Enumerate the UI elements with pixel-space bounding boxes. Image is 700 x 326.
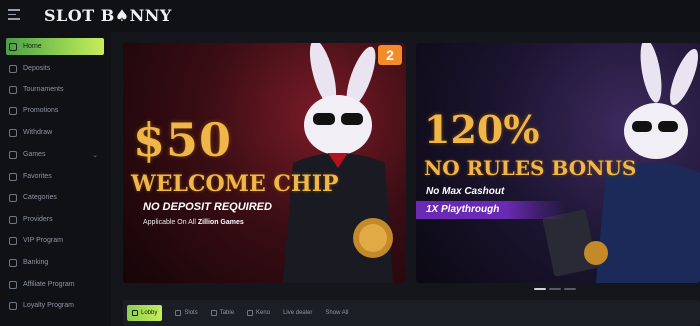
provider-icon — [9, 215, 17, 224]
sidebar-item-label: Favorites — [23, 173, 52, 180]
main-content: 2 $50 WELCOME CHIP NO DEPOSIT REQUIRED A… — [111, 32, 700, 326]
sidebar-item-label: Promotions — [23, 107, 59, 114]
heart-icon — [9, 301, 17, 310]
banner-note-prefix: Applicable On All — [143, 219, 198, 226]
filter-tab-slots[interactable]: Slots — [175, 305, 198, 321]
playthrough-label: 1X Playthrough — [416, 201, 566, 219]
banner-subtitle: No Max Cashout — [426, 186, 505, 197]
menu-icon[interactable] — [8, 9, 20, 20]
carousel-dot[interactable] — [549, 288, 561, 290]
grid-icon — [9, 193, 17, 202]
crown-icon — [9, 236, 17, 245]
sidebar-item-deposits[interactable]: Deposits — [6, 60, 104, 77]
filter-tab-live-dealer[interactable]: Live dealer — [283, 305, 312, 321]
sidebar-item-label: Games — [23, 151, 46, 158]
sidebar-item-home[interactable]: Home — [6, 38, 104, 55]
banner-headline: 120% — [424, 107, 540, 152]
sidebar-item-loyalty-program[interactable]: Loyalty Program — [6, 297, 104, 314]
filter-tab-label: Table — [219, 310, 235, 316]
sidebar-item-favorites[interactable]: Favorites — [6, 168, 104, 185]
trophy-icon — [9, 85, 17, 94]
banner-note: Applicable On All Zillion Games — [143, 219, 244, 226]
withdraw-icon — [9, 128, 17, 137]
home-icon — [9, 42, 17, 51]
filter-tab-keno[interactable]: Keno — [247, 305, 270, 321]
banner-headline-secondary: NO RULES BONUS — [424, 156, 637, 180]
sidebar-item-categories[interactable]: Categories — [6, 189, 104, 206]
sidebar-item-vip-program[interactable]: VIP Program — [6, 232, 104, 249]
sidebar-item-label: Categories — [23, 194, 57, 201]
sidebar-item-label: Deposits — [23, 65, 51, 72]
chevron-down-icon[interactable]: ⌄ — [92, 151, 98, 159]
filter-tab-show-all[interactable]: Show All — [325, 305, 348, 321]
sidebar-item-label: Home — [23, 43, 42, 50]
filter-tab-label: Slots — [184, 310, 198, 316]
game-filter-bar: Lobby Slots Table Keno Live dealer Show … — [123, 300, 700, 326]
sidebar-item-tournaments[interactable]: Tournaments — [6, 81, 104, 98]
sidebar-item-label: Affiliate Program — [23, 281, 75, 288]
slots-icon — [175, 310, 182, 316]
promo-banner-no-rules-bonus[interactable]: 120% NO RULES BONUS No Max Cashout 1X Pl… — [416, 43, 700, 283]
top-bar: SLOT B♠NNY — [0, 0, 700, 32]
table-icon — [210, 310, 217, 316]
lobby-icon — [132, 310, 138, 316]
filter-tab-label: Lobby — [141, 310, 158, 316]
site-logo[interactable]: SLOT B♠NNY — [44, 6, 172, 25]
affiliate-icon — [9, 280, 17, 289]
banner-subtitle: NO DEPOSIT REQUIRED — [143, 201, 272, 213]
carousel-pagination — [534, 288, 576, 290]
promo-banner-welcome-chip[interactable]: 2 $50 WELCOME CHIP NO DEPOSIT REQUIRED A… — [123, 43, 406, 283]
bank-icon — [9, 258, 17, 267]
sidebar-item-label: VIP Program — [23, 237, 63, 244]
filter-tab-label: Show All — [325, 310, 349, 316]
banner-note-bold: Zillion Games — [197, 219, 244, 226]
sidebar: Home Deposits Tournaments Promotions Wit… — [0, 32, 110, 326]
gift-icon — [9, 106, 17, 115]
sidebar-item-affiliate-program[interactable]: Affiliate Program — [6, 276, 104, 293]
sidebar-item-providers[interactable]: Providers — [6, 211, 104, 228]
star-icon — [9, 172, 17, 181]
sidebar-item-label: Banking — [23, 259, 49, 266]
sidebar-item-label: Loyalty Program — [23, 302, 74, 309]
sidebar-item-games[interactable]: Games ⌄ — [6, 146, 104, 163]
filter-tab-lobby[interactable]: Lobby — [127, 305, 163, 321]
sidebar-item-withdraw[interactable]: Withdraw — [6, 124, 104, 141]
banner-headline: $50 — [133, 113, 233, 167]
sidebar-item-banking[interactable]: Banking — [6, 254, 104, 271]
banner-headline-secondary: WELCOME CHIP — [131, 171, 339, 197]
sidebar-item-label: Providers — [23, 216, 53, 223]
sidebar-item-label: Withdraw — [23, 129, 53, 136]
carousel-dot[interactable] — [534, 288, 546, 290]
wallet-icon — [9, 64, 17, 73]
sidebar-item-label: Tournaments — [23, 86, 64, 93]
keno-icon — [247, 310, 254, 316]
dice-icon — [9, 150, 17, 159]
filter-tab-table[interactable]: Table — [210, 305, 235, 321]
provider-badge: 2 — [378, 45, 402, 65]
carousel-dot[interactable] — [564, 288, 576, 290]
filter-tab-label: Keno — [256, 310, 271, 316]
filter-tab-label: Live dealer — [283, 310, 313, 316]
sidebar-item-promotions[interactable]: Promotions — [6, 102, 104, 119]
